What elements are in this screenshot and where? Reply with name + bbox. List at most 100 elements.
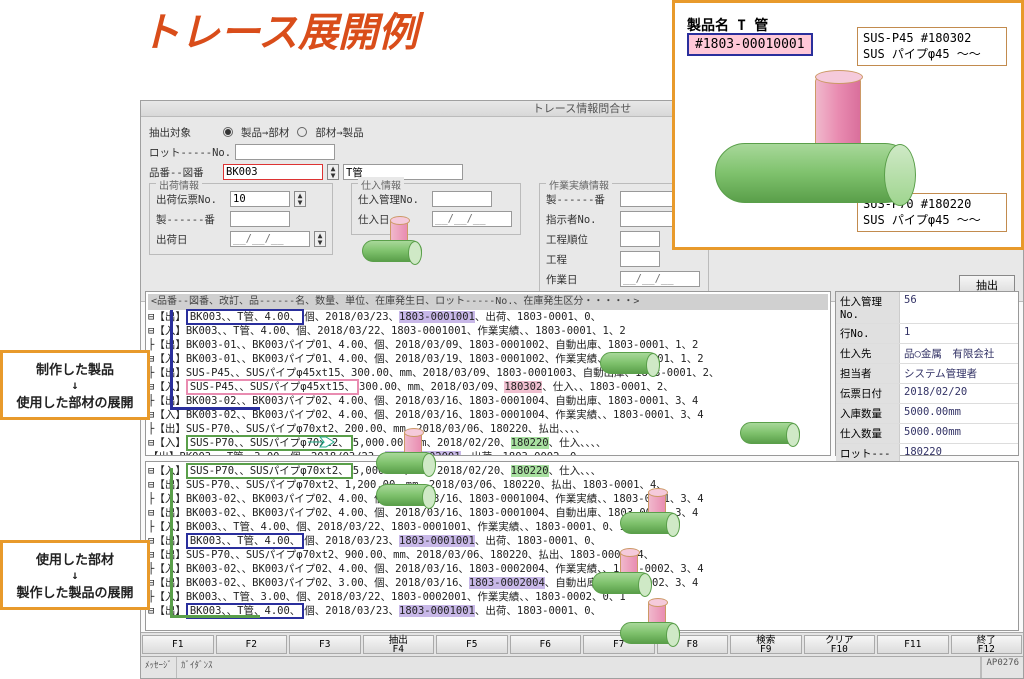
t-pipe-icon: [620, 490, 690, 540]
f10-clear-button[interactable]: クリアF10: [804, 635, 876, 654]
f12-exit-button[interactable]: 終了F12: [951, 635, 1023, 654]
label-shukka-date: 出荷日: [156, 232, 226, 247]
status-guidance-label: ｶﾞｲﾀﾞﾝｽ: [177, 657, 981, 678]
radio-label: 製品→部材: [241, 125, 289, 140]
tree-row[interactable]: 【出】BK003、、T管、3.00、個、2018/03/23、1803-0002…: [148, 450, 828, 456]
input-shiji[interactable]: [620, 211, 680, 227]
stepper[interactable]: ▲▼: [294, 191, 306, 207]
tree-row[interactable]: ├【入】BK003、、T管、4.00、個、2018/03/22、1803-000…: [148, 520, 1016, 534]
tree-row[interactable]: ⊟【出】BK003-02、、BK003パイプ02、4.00、個、2018/03/…: [148, 506, 1016, 520]
f5-button[interactable]: F5: [436, 635, 508, 654]
label-kotei-jun: 工程順位: [546, 232, 616, 247]
product-diagram-panel: 製品名 T 管 #1803-00010001 SUS-P45 #180302 S…: [672, 0, 1024, 250]
group-title: 作業実績情報: [546, 177, 612, 192]
status-code: AP0276: [981, 657, 1023, 678]
product-lot-label: #1803-00010001: [687, 33, 813, 56]
input-shiire-date[interactable]: [432, 211, 512, 227]
radio-material-to-product[interactable]: [297, 127, 307, 137]
callout-text: 使用した部材: [13, 549, 137, 568]
tree-row[interactable]: ├【入】BK003、、T管、3.00、個、2018/03/22、1803-000…: [148, 590, 1016, 604]
input-lot-no[interactable]: [235, 144, 335, 160]
f6-button[interactable]: F6: [510, 635, 582, 654]
callout-line: SUS パイプφ45 〜〜: [863, 45, 1001, 62]
radio-label: 部材→製品: [315, 125, 363, 140]
callout-sus-p45: SUS-P45 #180302 SUS パイプφ45 〜〜: [857, 27, 1007, 66]
trace-arrow-blue: [170, 310, 260, 410]
f2-button[interactable]: F2: [216, 635, 288, 654]
function-key-bar: F1 F2 F3 抽出F4 F5 F6 F7 F8 検索F9 クリアF10 F1…: [141, 632, 1023, 656]
tree-header: <品番--図番、改訂、品------名、数量、単位、在庫発生日、ロット-----…: [148, 294, 828, 310]
label-ship-slip: 出荷伝票No.: [156, 192, 226, 207]
tree-row[interactable]: ⊟【出】BK003、、T管、4.00、個、2018/03/23、1803-000…: [148, 604, 1016, 618]
callout-text: 制作した製品: [13, 359, 137, 378]
trace-tree-lower[interactable]: ⊟【入】SUS-P70、、SUSパイプφ70xt2、5,000.00、mm、20…: [145, 461, 1019, 631]
detail-info-panel: 仕入管理No.56 行No.1 仕入先品○金属 有限会社 担当者システム管理者 …: [835, 291, 1019, 456]
tree-row[interactable]: ⊟【出】BK003-02、、BK003パイプ02、3.00、個、2018/03/…: [148, 576, 1016, 590]
input-kotei[interactable]: [620, 251, 660, 267]
arrow-down-icon: ↓: [13, 378, 137, 392]
group-shipping-info: 出荷情報 出荷伝票No. ▲▼ 製------番 出荷日 ▲▼: [149, 183, 333, 255]
info-val: 56: [900, 292, 1018, 323]
group-title: 出荷情報: [156, 177, 202, 192]
input-ship-slip[interactable]: [230, 191, 290, 207]
pipe-icon: [376, 462, 446, 512]
tree-row[interactable]: ⊟【出】SUS-P70、、SUSパイプφ70xt2、900.00、mm、2018…: [148, 548, 1016, 562]
info-key: 行No.: [836, 324, 900, 343]
callout-used-material: 使用した部材 ↓ 製作した製品の展開: [0, 540, 150, 610]
pipe-icon: [600, 330, 670, 380]
label-extract-target: 抽出対象: [149, 125, 219, 140]
info-val: システム管理者: [900, 364, 1018, 383]
status-message-label: ﾒｯｾｰｼﾞ: [141, 657, 177, 678]
page-title: トレース展開例: [140, 0, 418, 58]
f1-button[interactable]: F1: [142, 635, 214, 654]
label-lot-no: ロット-----No.: [149, 145, 231, 160]
input-kotei-jun[interactable]: [620, 231, 660, 247]
f11-button[interactable]: F11: [877, 635, 949, 654]
stepper[interactable]: ▲▼: [314, 231, 326, 247]
radio-group-direction[interactable]: 製品→部材 部材→製品: [223, 125, 364, 140]
radio-product-to-material[interactable]: [223, 127, 233, 137]
t-pipe-icon: [620, 600, 690, 650]
callout-text: 製作した製品の展開: [13, 582, 137, 601]
callout-line: SUS-P45 #180302: [863, 31, 1001, 45]
info-val: 5000.00mm: [900, 424, 1018, 443]
tree-row[interactable]: ⊟【入】BK003-02、、BK003パイプ02、4.00、個、2018/03/…: [148, 408, 828, 422]
label-sagyo-date: 作業日: [546, 272, 616, 287]
label-shiire-kanri: 仕入管理No.: [358, 192, 428, 207]
input-seiban[interactable]: [230, 211, 290, 227]
tree-row[interactable]: ⊟【入】SUS-P70、、SUSパイプφ70xt2、5,000.00、mm、20…: [148, 436, 828, 450]
f9-search-button[interactable]: 検索F9: [730, 635, 802, 654]
input-shukka-date[interactable]: [230, 231, 310, 247]
info-key: 入庫数量: [836, 404, 900, 423]
tree-row[interactable]: ⊟【出】SUS-P70、、SUSパイプφ70xt2、1,200.00、mm、20…: [148, 478, 1016, 492]
info-key: 仕入先: [836, 344, 900, 363]
label-shiji: 指示者No.: [546, 212, 616, 227]
input-seiban2[interactable]: [620, 191, 680, 207]
input-hinban[interactable]: [223, 164, 323, 180]
label-seiban: 製------番: [156, 212, 226, 227]
group-title: 仕入情報: [358, 177, 404, 192]
t-pipe-icon: [592, 550, 662, 600]
trace-arrow-green: [170, 468, 260, 618]
arrow-down-icon: ↓: [13, 568, 137, 582]
f4-extract-button[interactable]: 抽出F4: [363, 635, 435, 654]
f3-button[interactable]: F3: [289, 635, 361, 654]
info-key: 伝票日付: [836, 384, 900, 403]
tree-row[interactable]: ├【出】SUS-P70、、SUSパイプφ70xt2、200.00、mm、2018…: [148, 422, 828, 436]
t-pipe-icon: [362, 218, 432, 268]
statusbar: ﾒｯｾｰｼﾞ ｶﾞｲﾀﾞﾝｽ AP0276: [141, 656, 1023, 678]
info-key: 仕入数量: [836, 424, 900, 443]
hinban-stepper[interactable]: ▲▼: [327, 164, 339, 180]
label-seiban2: 製------番: [546, 192, 616, 207]
info-val: 品○金属 有限会社: [900, 344, 1018, 363]
product-name-label: 製品名 T 管: [687, 15, 768, 35]
tree-row[interactable]: ⊟【入】SUS-P70、、SUSパイプφ70xt2、5,000.00、mm、20…: [148, 464, 1016, 478]
pipe-icon: [740, 400, 810, 450]
input-sagyo-date[interactable]: [620, 271, 700, 287]
info-val: 2018/02/20: [900, 384, 1018, 403]
tree-row[interactable]: ├【入】BK003-02、、BK003パイプ02、4.00、個、2018/03/…: [148, 562, 1016, 576]
tree-row[interactable]: ⊟【出】BK003、、T管、4.00、個、2018/03/23、1803-000…: [148, 534, 1016, 548]
tree-row[interactable]: ├【入】BK003-02、、BK003パイプ02、4.00、個、2018/03/…: [148, 492, 1016, 506]
input-shiire-kanri[interactable]: [432, 191, 492, 207]
callout-text: 使用した部材の展開: [13, 392, 137, 411]
